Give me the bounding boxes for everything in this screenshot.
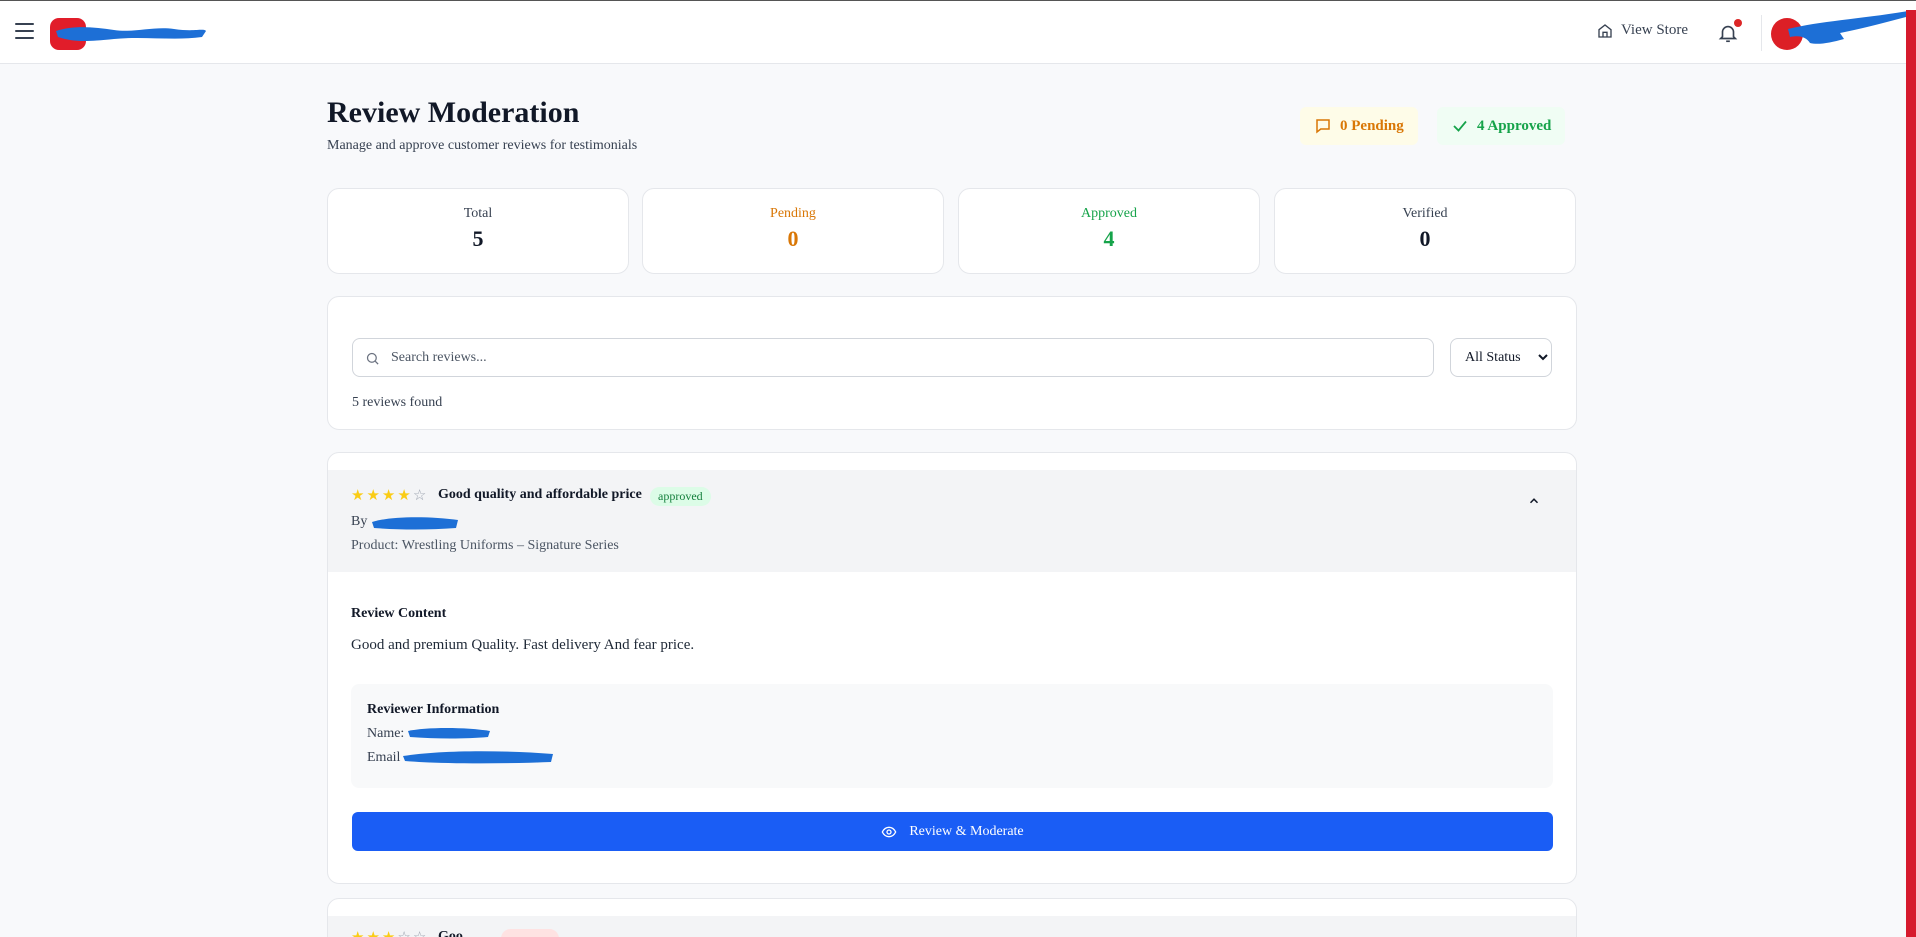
star-icon: ★ — [397, 488, 411, 504]
approved-count-badge: 4 Approved — [1437, 107, 1566, 145]
review-content-label: Review Content — [351, 606, 447, 621]
redacted-brand-name — [56, 27, 206, 42]
review-moderate-label: Review & Moderate — [909, 823, 1024, 839]
notification-dot — [1734, 19, 1742, 27]
scrollbar[interactable] — [1906, 10, 1916, 937]
review-card-header[interactable]: ★ ★ ★ ★ ☆ Good quality and affordable pr… — [328, 470, 1576, 572]
message-square-icon — [1316, 119, 1330, 134]
star-icon: ★ — [351, 931, 364, 937]
redacted-reviewer-email — [403, 751, 553, 764]
star-icon: ★ — [381, 488, 396, 504]
redacted-user-name — [1788, 11, 1914, 44]
review-title: Good quality and affordable price — [438, 487, 642, 502]
star-icon: ☆ — [397, 931, 410, 937]
star-rating: ★ ★ ★ ★ ☆ — [351, 489, 426, 504]
top-navbar: View Store — [0, 0, 1916, 64]
stat-value: 4 — [1103, 226, 1115, 251]
review-product: Product: Wrestling Uniforms – Signature … — [351, 538, 619, 553]
search-input[interactable] — [391, 339, 1421, 376]
view-store-link[interactable]: View Store — [1597, 22, 1688, 39]
stat-card-verified: Verified 0 — [1274, 188, 1576, 274]
star-icon: ★ — [351, 488, 365, 504]
reviewer-info-title: Reviewer Information — [367, 702, 500, 717]
stat-card-pending: Pending 0 — [642, 188, 944, 274]
stat-label: Verified — [1402, 206, 1448, 221]
approved-count-label: 4 Approved — [1477, 117, 1552, 134]
filter-panel: All Status 5 reviews found — [327, 296, 1577, 430]
hamburger-icon[interactable] — [15, 23, 34, 39]
review-title: Goo — [438, 929, 463, 937]
results-count: 5 reviews found — [352, 395, 443, 410]
star-icon: ☆ — [413, 931, 426, 937]
home-icon — [1598, 23, 1612, 38]
star-icon: ☆ — [412, 488, 427, 504]
eye-icon — [881, 826, 897, 837]
check-icon — [1453, 120, 1467, 132]
redacted-author-name — [372, 517, 458, 530]
stat-value: 0 — [787, 226, 799, 251]
review-author-label: By — [351, 514, 368, 529]
status-badge: approved — [650, 487, 711, 506]
stat-label: Approved — [1081, 206, 1137, 221]
star-icon: ★ — [366, 488, 380, 504]
reviewer-name-label: Name: — [367, 726, 405, 741]
search-field[interactable] — [352, 338, 1434, 377]
star-icon: ★ — [366, 931, 379, 937]
page-title: Review Moderation — [327, 96, 580, 129]
status-filter-select[interactable]: All Status — [1450, 338, 1552, 377]
stat-card-approved: Approved 4 — [958, 188, 1260, 274]
review-card: ★ ★ ★ ★ ☆ Good quality and affordable pr… — [327, 452, 1577, 884]
review-moderate-button[interactable]: Review & Moderate — [352, 812, 1553, 851]
reviewer-info-box: Reviewer Information Name: Email — [351, 684, 1553, 788]
search-icon — [366, 352, 379, 365]
review-card: ★ ★ ★ ☆ ☆ Goo — [327, 898, 1577, 937]
stat-card-total: Total 5 — [327, 188, 629, 274]
view-store-label: View Store — [1621, 22, 1689, 38]
redacted-reviewer-name — [408, 728, 490, 739]
stat-value: 5 — [472, 226, 484, 251]
stat-value: 0 — [1419, 226, 1431, 251]
star-icon: ★ — [382, 931, 395, 937]
reviewer-email-label: Email — [367, 750, 401, 765]
stat-label: Total — [463, 206, 493, 221]
chevron-up-icon[interactable] — [1527, 494, 1541, 508]
pending-count-badge: 0 Pending — [1300, 107, 1418, 145]
divider — [1761, 15, 1762, 51]
review-content-text: Good and premium Quality. Fast delivery … — [351, 637, 695, 653]
pending-count-label: 0 Pending — [1340, 117, 1404, 134]
page-subtitle: Manage and approve customer reviews for … — [327, 138, 638, 153]
stat-label: Pending — [770, 206, 816, 221]
star-rating: ★ ★ ★ ☆ ☆ — [351, 931, 426, 937]
status-badge — [501, 929, 559, 937]
